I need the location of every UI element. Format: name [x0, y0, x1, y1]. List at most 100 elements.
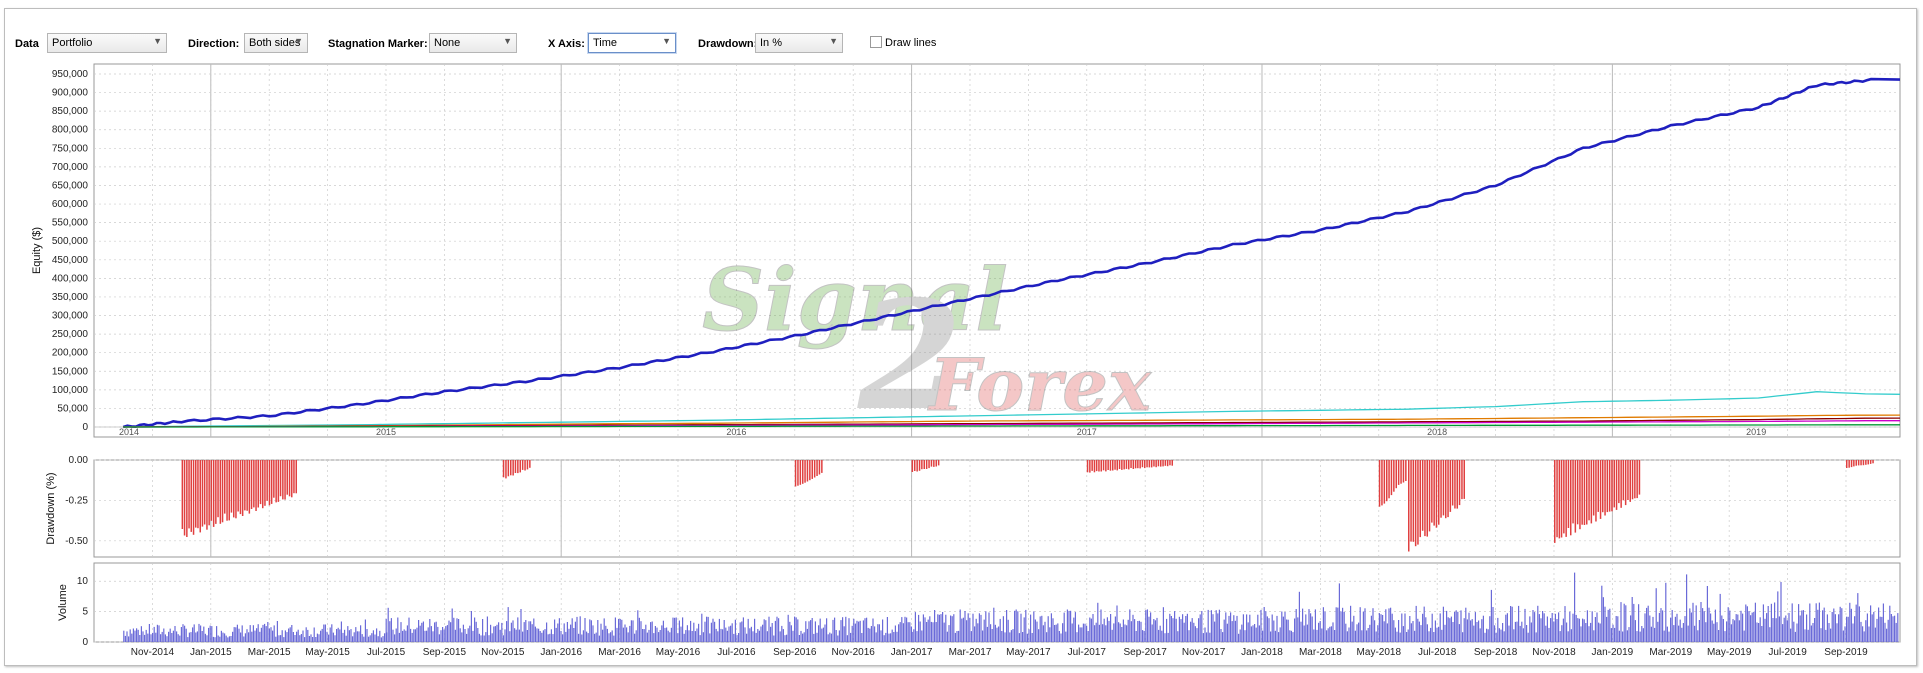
volume-bar: [1844, 626, 1846, 642]
month-tick-label: Nov-2017: [1182, 647, 1226, 658]
volume-bar: [723, 620, 725, 642]
drawdown-bar: [206, 460, 208, 530]
volume-bar: [235, 627, 237, 642]
volume-bar: [1658, 612, 1660, 642]
volume-bar: [771, 623, 773, 642]
volume-axis-title: Volume: [57, 584, 69, 621]
drawdown-bar: [505, 460, 507, 479]
volume-bar: [1290, 630, 1292, 642]
volume-bar: [1278, 632, 1280, 642]
drawdown-bar: [1613, 460, 1615, 508]
volume-bar: [1497, 617, 1499, 642]
volume-bar: [414, 629, 416, 642]
drawdown-bar: [1604, 460, 1606, 516]
volume-bar: [1057, 623, 1059, 642]
drawdown-bar: [1105, 460, 1107, 472]
volume-bar: [795, 617, 797, 642]
volume-bar: [1038, 629, 1040, 642]
volume-bar: [818, 625, 820, 642]
volume-bar: [531, 624, 533, 642]
volume-bar: [819, 618, 821, 642]
drawdown-bar: [1606, 460, 1609, 513]
volume-bar: [1228, 615, 1230, 642]
volume-bar: [230, 636, 232, 642]
volume-bar: [176, 631, 178, 642]
volume-bar: [1086, 625, 1088, 642]
volume-bar: [618, 618, 620, 642]
volume-bar: [811, 618, 813, 642]
volume-bar: [1151, 624, 1153, 642]
volume-bar: [217, 635, 219, 642]
volume-bar: [787, 614, 789, 642]
volume-bar: [1615, 616, 1617, 642]
volume-bar: [1426, 624, 1428, 642]
volume-bar: [1745, 604, 1747, 642]
volume-bar: [249, 625, 251, 642]
drawdown-bar: [818, 460, 821, 475]
volume-bar: [1670, 617, 1672, 642]
volume-bar: [1023, 617, 1025, 642]
volume-bar: [1065, 631, 1067, 642]
volume-bar: [1524, 608, 1526, 642]
drawdown-bar: [1627, 460, 1629, 500]
drawdown-bar: [266, 460, 268, 501]
volume-bar: [1689, 608, 1691, 642]
year-label: 2018: [1427, 427, 1447, 437]
volume-bar: [251, 631, 253, 642]
volume-bar: [1798, 604, 1800, 642]
volume-bar: [1660, 608, 1662, 642]
drawdown-bar: [1618, 460, 1620, 504]
volume-bar: [1855, 604, 1857, 642]
drawdown-bar: [1400, 460, 1402, 484]
volume-bar: [1604, 606, 1606, 642]
volume-bar: [214, 637, 216, 642]
volume-bar: [1081, 627, 1083, 642]
drawdown-bar: [1132, 460, 1135, 469]
drawdown-bar: [930, 460, 933, 467]
volume-bar: [348, 630, 350, 642]
drawdown-bar: [1567, 460, 1570, 528]
volume-bar: [1447, 617, 1449, 642]
drawdown-bar: [514, 460, 517, 473]
drawdown-bar: [1556, 460, 1558, 538]
volume-bar: [1422, 613, 1424, 642]
volume-bar: [1006, 610, 1008, 642]
drawdown-bar: [1428, 460, 1431, 532]
month-tick-label: May-2015: [305, 647, 350, 658]
volume-bar: [1150, 612, 1152, 642]
volume-bar: [1849, 602, 1851, 642]
drawdown-bar: [1588, 460, 1590, 521]
volume-bar: [770, 626, 772, 642]
drawdown-bar: [811, 460, 813, 479]
volume-bar: [1574, 572, 1576, 642]
volume-bar: [589, 619, 591, 642]
volume-bar: [1262, 630, 1264, 642]
drawdown-bar: [268, 460, 271, 506]
month-tick-label: May-2019: [1707, 647, 1752, 658]
volume-bar: [1185, 616, 1187, 642]
drawdown-bar: [279, 460, 282, 497]
volume-bar: [1042, 625, 1044, 642]
volume-bar: [1857, 593, 1859, 642]
volume-bar: [651, 621, 653, 642]
volume-bar: [1868, 626, 1870, 642]
volume-bar: [147, 633, 149, 642]
volume-bar: [1039, 616, 1041, 642]
volume-bar: [1825, 629, 1827, 642]
volume-bar: [733, 633, 735, 642]
volume-bar: [1791, 603, 1793, 642]
volume-bar: [1319, 621, 1321, 642]
volume-bar: [1199, 614, 1201, 642]
volume-bar: [533, 618, 535, 642]
volume-bar: [969, 617, 971, 642]
volume-bar: [586, 631, 588, 642]
volume-bar: [1590, 622, 1592, 642]
volume-bar: [1607, 609, 1609, 642]
drawdown-bar: [1592, 460, 1595, 516]
drawdown-bar: [255, 460, 257, 511]
drawdown-bar: [821, 460, 823, 473]
volume-bar: [328, 634, 330, 642]
volume-bar: [938, 614, 940, 642]
volume-bar: [1361, 630, 1363, 642]
volume-bar: [1092, 614, 1094, 642]
